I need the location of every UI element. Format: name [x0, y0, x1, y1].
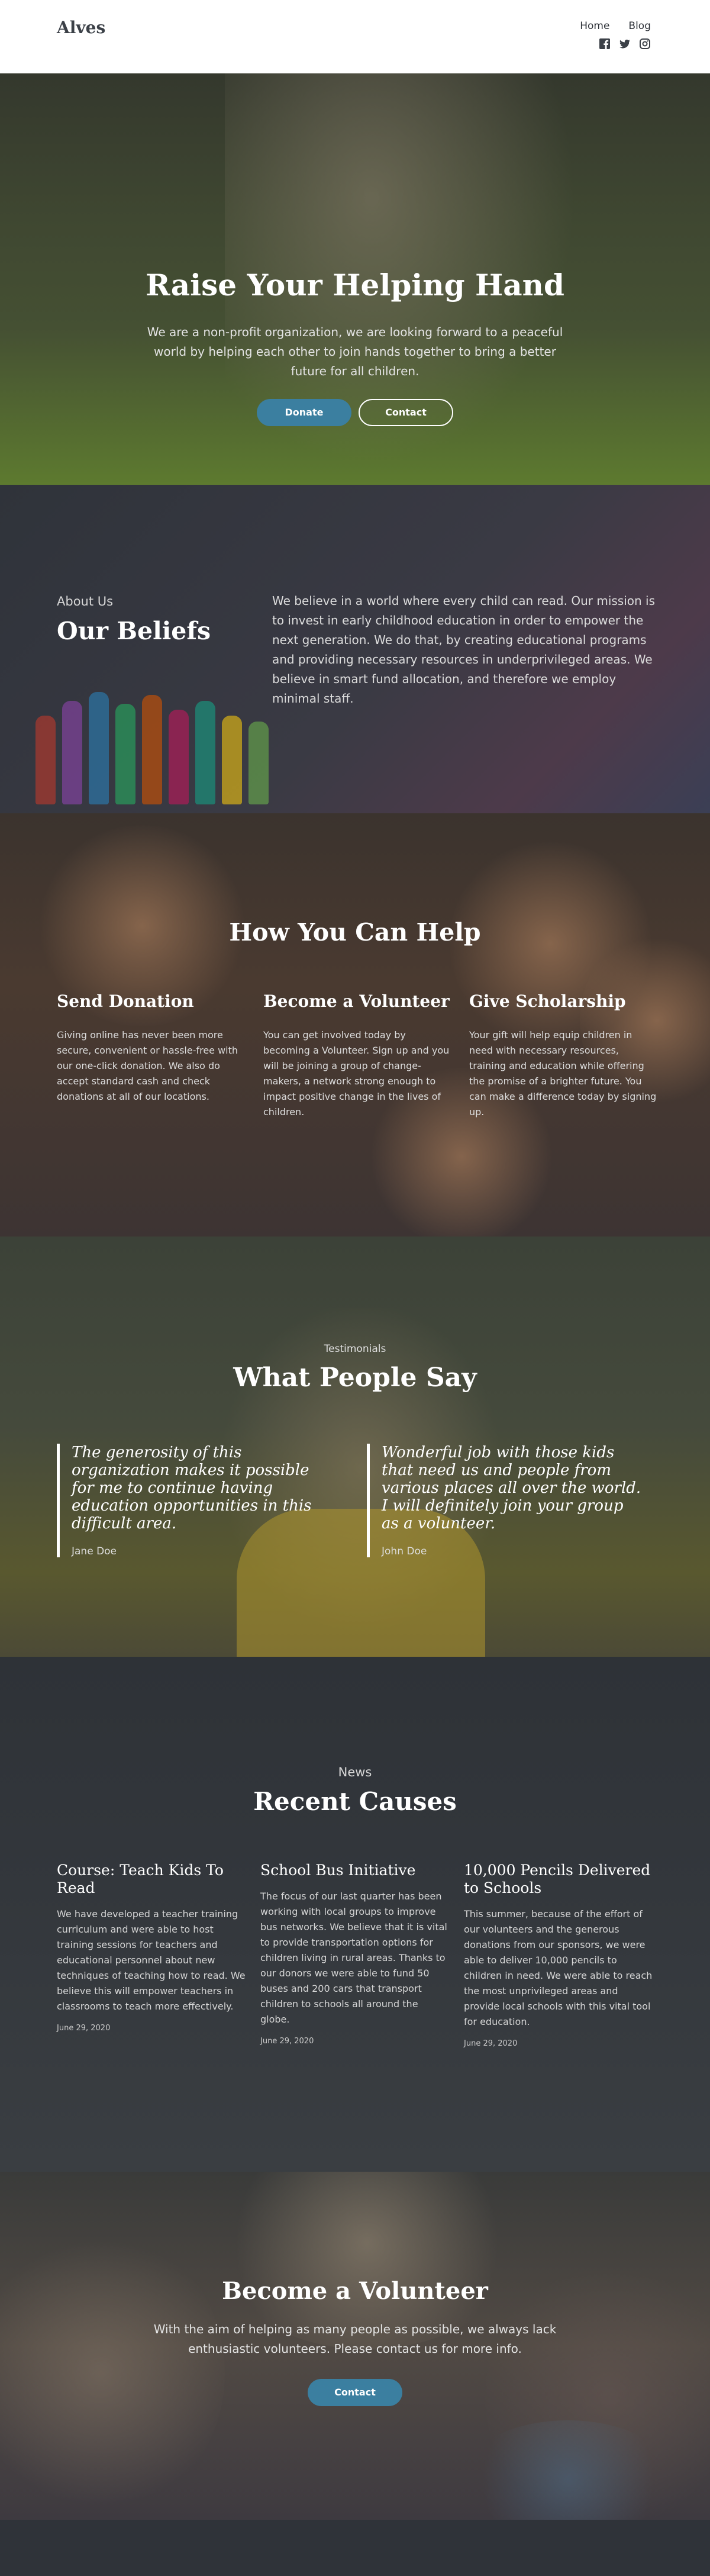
help-item-scholarship: Give Scholarship Your gift will help equ… — [469, 991, 659, 1120]
volunteer-section: Become a Volunteer With the aim of helpi… — [0, 2172, 710, 2520]
cause-date: June 29, 2020 — [57, 2024, 111, 2033]
help-section: How You Can Help Send Donation Giving on… — [0, 813, 710, 1237]
about-title: Our Beliefs — [57, 617, 211, 645]
facebook-icon[interactable] — [599, 38, 611, 50]
help-title: How You Can Help — [229, 918, 481, 946]
testimonial-card: The generosity of this organization make… — [57, 1444, 335, 1557]
site-footer — [0, 2520, 710, 2576]
testimonial-quote: The generosity of this organization make… — [72, 1444, 312, 1532]
testimonial-author: Jane Doe — [72, 1545, 117, 1557]
about-label: About Us — [57, 594, 114, 608]
testimonial-card: Wonderful job with those kids that need … — [367, 1444, 645, 1557]
about-text: We believe in a world where every child … — [272, 594, 656, 706]
social-links — [599, 38, 651, 50]
hero-text: We are a non-profit organization, we are… — [147, 325, 563, 378]
news-label: News — [338, 1765, 372, 1779]
causes-section: News Recent Causes Course: Teach Kids To… — [0, 1657, 710, 2172]
testimonial-quote: Wonderful job with those kids that need … — [382, 1444, 641, 1532]
cause-title[interactable]: Course: Teach Kids To Read — [57, 1862, 246, 1897]
donate-button[interactable]: Donate — [257, 399, 351, 426]
volunteer-text: With the aim of helping as many people a… — [153, 2322, 557, 2356]
help-item-volunteer: Become a Volunteer You can get involved … — [263, 991, 453, 1120]
help-item-title: Give Scholarship — [469, 991, 626, 1011]
cause-title[interactable]: School Bus Initiative — [260, 1862, 450, 1879]
crayons-photo — [0, 645, 308, 813]
cause-date: June 29, 2020 — [260, 2037, 314, 2046]
help-item-text: Giving online has never been more secure… — [57, 1029, 238, 1102]
cause-text: The focus of our last quarter has been w… — [260, 1891, 447, 2025]
testimonials-title: What People Say — [233, 1363, 477, 1393]
cause-card: School Bus Initiative The focus of our l… — [260, 1862, 450, 2046]
hero-section: Raise Your Helping Hand We are a non-pro… — [0, 73, 710, 485]
help-item-title: Become a Volunteer — [263, 991, 450, 1011]
nav-blog-link[interactable]: Blog — [628, 20, 651, 32]
testimonials-section: Testimonials What People Say The generos… — [0, 1237, 710, 1657]
about-section: About Us Our Beliefs We believe in a wor… — [0, 485, 710, 813]
twitter-icon[interactable] — [619, 38, 631, 50]
contact-button[interactable]: Contact — [359, 399, 453, 426]
volunteer-contact-button[interactable]: Contact — [308, 2379, 402, 2406]
site-header: Alves Home Blog — [0, 0, 710, 73]
help-item-text: Your gift will help equip children in ne… — [469, 1029, 657, 1118]
volunteer-title: Become a Volunteer — [222, 2277, 488, 2305]
cause-date: June 29, 2020 — [464, 2039, 518, 2048]
hero-title: Raise Your Helping Hand — [146, 268, 564, 302]
testimonial-author: John Doe — [382, 1545, 427, 1557]
nav-home-link[interactable]: Home — [580, 20, 609, 32]
cause-text: This summer, because of the effort of ou… — [464, 1908, 653, 2027]
cause-title[interactable]: 10,000 Pencils Delivered to Schools — [464, 1862, 653, 1897]
help-item-donation: Send Donation Giving online has never be… — [57, 991, 246, 1105]
site-logo[interactable]: Alves — [57, 18, 105, 37]
help-item-text: You can get involved today by becoming a… — [263, 1029, 450, 1118]
cause-card: Course: Teach Kids To Read We have devel… — [57, 1862, 246, 2033]
testimonials-label: Testimonials — [324, 1343, 386, 1355]
cause-text: We have developed a teacher training cur… — [57, 1908, 246, 2012]
causes-title: Recent Causes — [253, 1787, 457, 1816]
main-nav: Home Blog — [580, 20, 651, 32]
help-item-title: Send Donation — [57, 991, 194, 1011]
instagram-icon[interactable] — [639, 38, 651, 50]
cause-card: 10,000 Pencils Delivered to Schools This… — [464, 1862, 653, 2048]
